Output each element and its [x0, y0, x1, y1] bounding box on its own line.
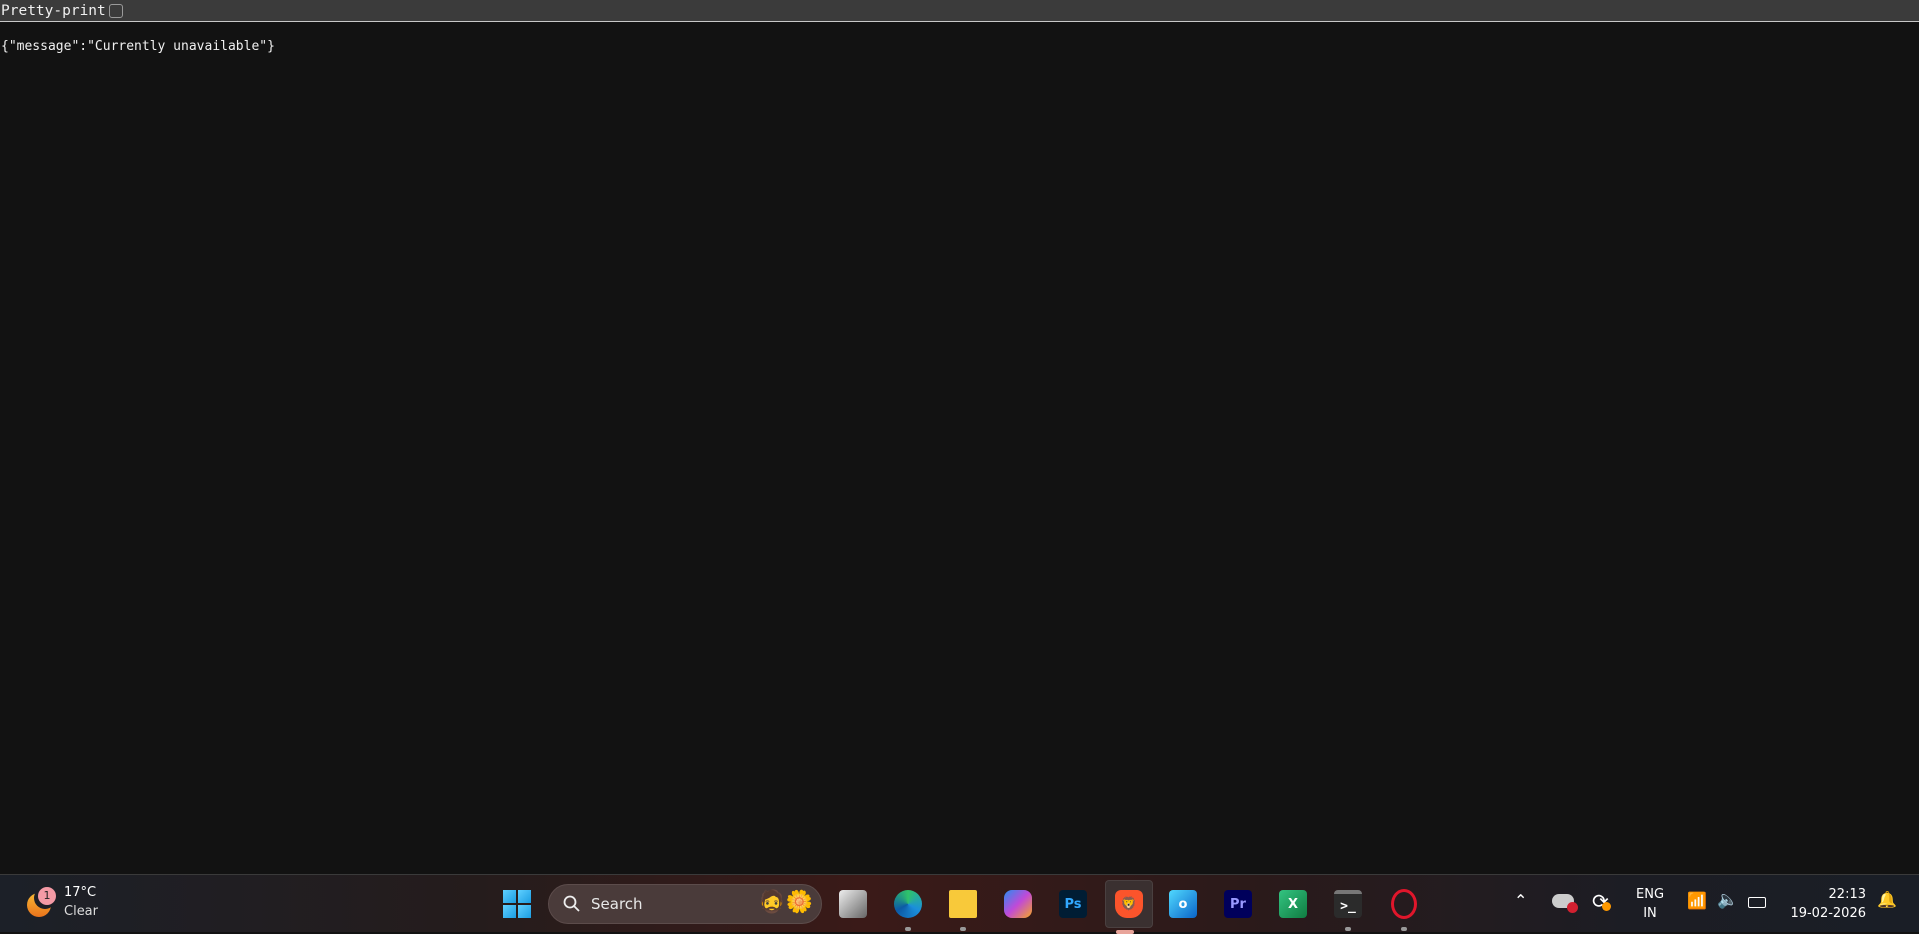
- photoshop-button[interactable]: Ps: [1053, 884, 1093, 924]
- brave-button[interactable]: 🦁: [1105, 880, 1153, 934]
- weather-widget[interactable]: 1 17°C Clear: [24, 883, 98, 921]
- battery-icon[interactable]: [1748, 897, 1766, 908]
- photoshop-icon: Ps: [1059, 890, 1087, 918]
- json-response-text: {"message":"Currently unavailable"}: [1, 39, 275, 54]
- notification-badge: 1: [38, 887, 56, 905]
- weather-condition: Clear: [64, 904, 98, 919]
- taskbar: 1 17°C Clear Search 🧔🌼 Ps 🦁 o Pr X >_ ⌃ …: [0, 874, 1919, 934]
- time: 22:13: [1828, 887, 1866, 902]
- notification-bell-icon[interactable]: 🔔: [1877, 890, 1897, 909]
- excel-button[interactable]: X: [1273, 884, 1313, 924]
- opera-icon: [1391, 889, 1417, 919]
- chevron-up-icon[interactable]: ⌃: [1514, 891, 1527, 910]
- task-view-icon: [839, 890, 867, 918]
- outlook-button[interactable]: o: [1163, 884, 1203, 924]
- terminal-icon: >_: [1334, 890, 1362, 918]
- search-box[interactable]: Search 🧔🌼: [548, 884, 822, 924]
- date: 19-02-2026: [1790, 906, 1866, 921]
- moon-icon: 1: [24, 887, 56, 917]
- opera-button[interactable]: [1384, 884, 1424, 931]
- premiere-icon: Pr: [1224, 890, 1252, 918]
- premiere-button[interactable]: Pr: [1218, 884, 1258, 924]
- sync-icon[interactable]: ⟳: [1592, 889, 1611, 913]
- search-highlight-icon: 🧔🌼: [758, 890, 813, 915]
- edge-icon: [894, 890, 922, 918]
- language-indicator[interactable]: ENG IN: [1636, 885, 1664, 923]
- start-button[interactable]: [503, 890, 531, 918]
- file-explorer-button[interactable]: [943, 884, 983, 931]
- temperature: 17°C: [64, 885, 97, 900]
- copilot-icon: [1004, 890, 1032, 918]
- brave-icon: 🦁: [1115, 890, 1143, 918]
- cloud-error-icon[interactable]: [1552, 894, 1578, 913]
- outlook-icon: o: [1169, 890, 1197, 918]
- clock[interactable]: 22:13 19-02-2026: [1780, 885, 1866, 923]
- pretty-print-checkbox[interactable]: [108, 3, 123, 18]
- language-code: ENG: [1636, 887, 1665, 902]
- excel-icon: X: [1279, 890, 1307, 918]
- wifi-icon[interactable]: 📶: [1687, 891, 1707, 910]
- pretty-print-label: Pretty-print: [1, 2, 106, 19]
- folder-icon: [949, 890, 977, 918]
- volume-icon[interactable]: 🔈: [1717, 890, 1738, 910]
- region-code: IN: [1643, 906, 1657, 921]
- task-view-button[interactable]: [833, 884, 873, 924]
- search-label: Search: [591, 895, 643, 913]
- json-viewer-toolbar: Pretty-print: [0, 0, 1919, 22]
- search-icon: [563, 895, 580, 912]
- edge-button[interactable]: [888, 884, 928, 931]
- copilot-button[interactable]: [998, 884, 1038, 924]
- terminal-button[interactable]: >_: [1328, 884, 1368, 931]
